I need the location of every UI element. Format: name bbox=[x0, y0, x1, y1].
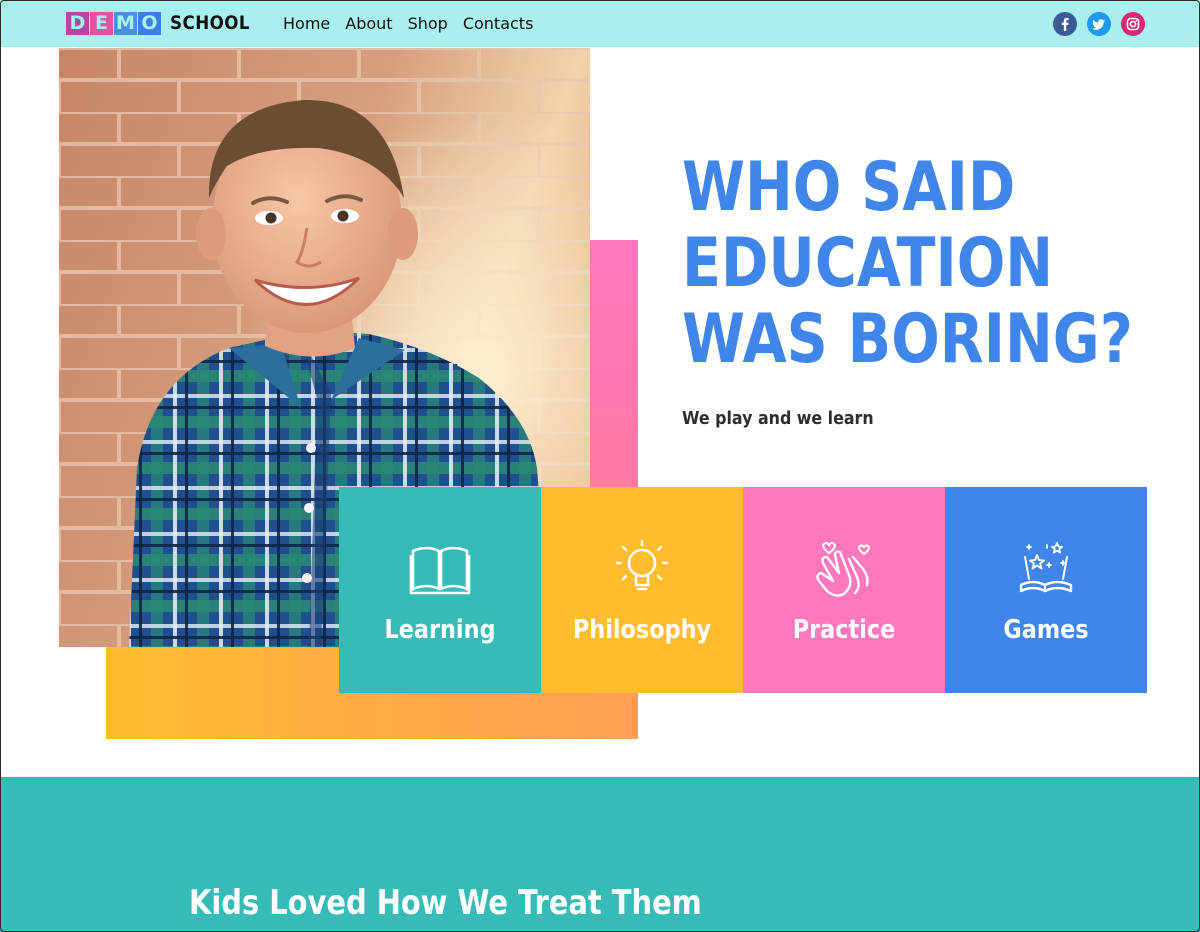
decorative-pink-strip bbox=[590, 240, 638, 487]
feature-cards: Learning Philosophy Practice Games bbox=[339, 487, 1147, 693]
facebook-icon[interactable] bbox=[1053, 12, 1077, 36]
section-heading: Kids Loved How We Treat Them bbox=[189, 883, 702, 923]
hero-subtitle: We play and we learn bbox=[682, 408, 874, 429]
headline-line: WAS BORING? bbox=[682, 300, 1133, 379]
logo-word: SCHOOL bbox=[170, 12, 251, 34]
card-label: Practice bbox=[792, 615, 896, 645]
twitter-icon[interactable] bbox=[1087, 12, 1111, 36]
card-label: Games bbox=[1003, 615, 1089, 645]
main-menu: Home About Shop Contacts bbox=[283, 14, 533, 33]
site-logo[interactable]: D E M O SCHOOL bbox=[66, 10, 261, 36]
logo-letter: O bbox=[138, 11, 161, 35]
card-learning[interactable]: Learning bbox=[339, 487, 541, 693]
nav-link-about[interactable]: About bbox=[345, 14, 392, 33]
headline-line: EDUCATION bbox=[682, 224, 1054, 303]
card-practice[interactable]: Practice bbox=[743, 487, 945, 693]
top-nav: D E M O SCHOOL Home About Shop Contacts bbox=[0, 0, 1200, 47]
lightbulb-icon bbox=[615, 539, 669, 591]
instagram-icon[interactable] bbox=[1121, 12, 1145, 36]
card-label: Learning bbox=[384, 615, 496, 645]
logo-letter: E bbox=[90, 11, 113, 35]
card-philosophy[interactable]: Philosophy bbox=[541, 487, 743, 693]
headline-line: WHO SAID bbox=[682, 148, 1016, 227]
testimonials-section: Kids Loved How We Treat Them bbox=[0, 777, 1200, 932]
clapping-hands-icon bbox=[816, 542, 871, 597]
magic-book-icon bbox=[1019, 542, 1073, 593]
card-games[interactable]: Games bbox=[945, 487, 1147, 693]
nav-link-shop[interactable]: Shop bbox=[408, 14, 448, 33]
nav-link-home[interactable]: Home bbox=[283, 14, 330, 33]
logo-letter: D bbox=[66, 11, 89, 35]
book-icon bbox=[409, 546, 471, 595]
card-label: Philosophy bbox=[572, 615, 712, 645]
logo-letter: M bbox=[114, 11, 137, 35]
nav-link-contacts[interactable]: Contacts bbox=[463, 14, 534, 33]
hero-headline: WHO SAID EDUCATION WAS BORING? bbox=[682, 150, 1133, 378]
